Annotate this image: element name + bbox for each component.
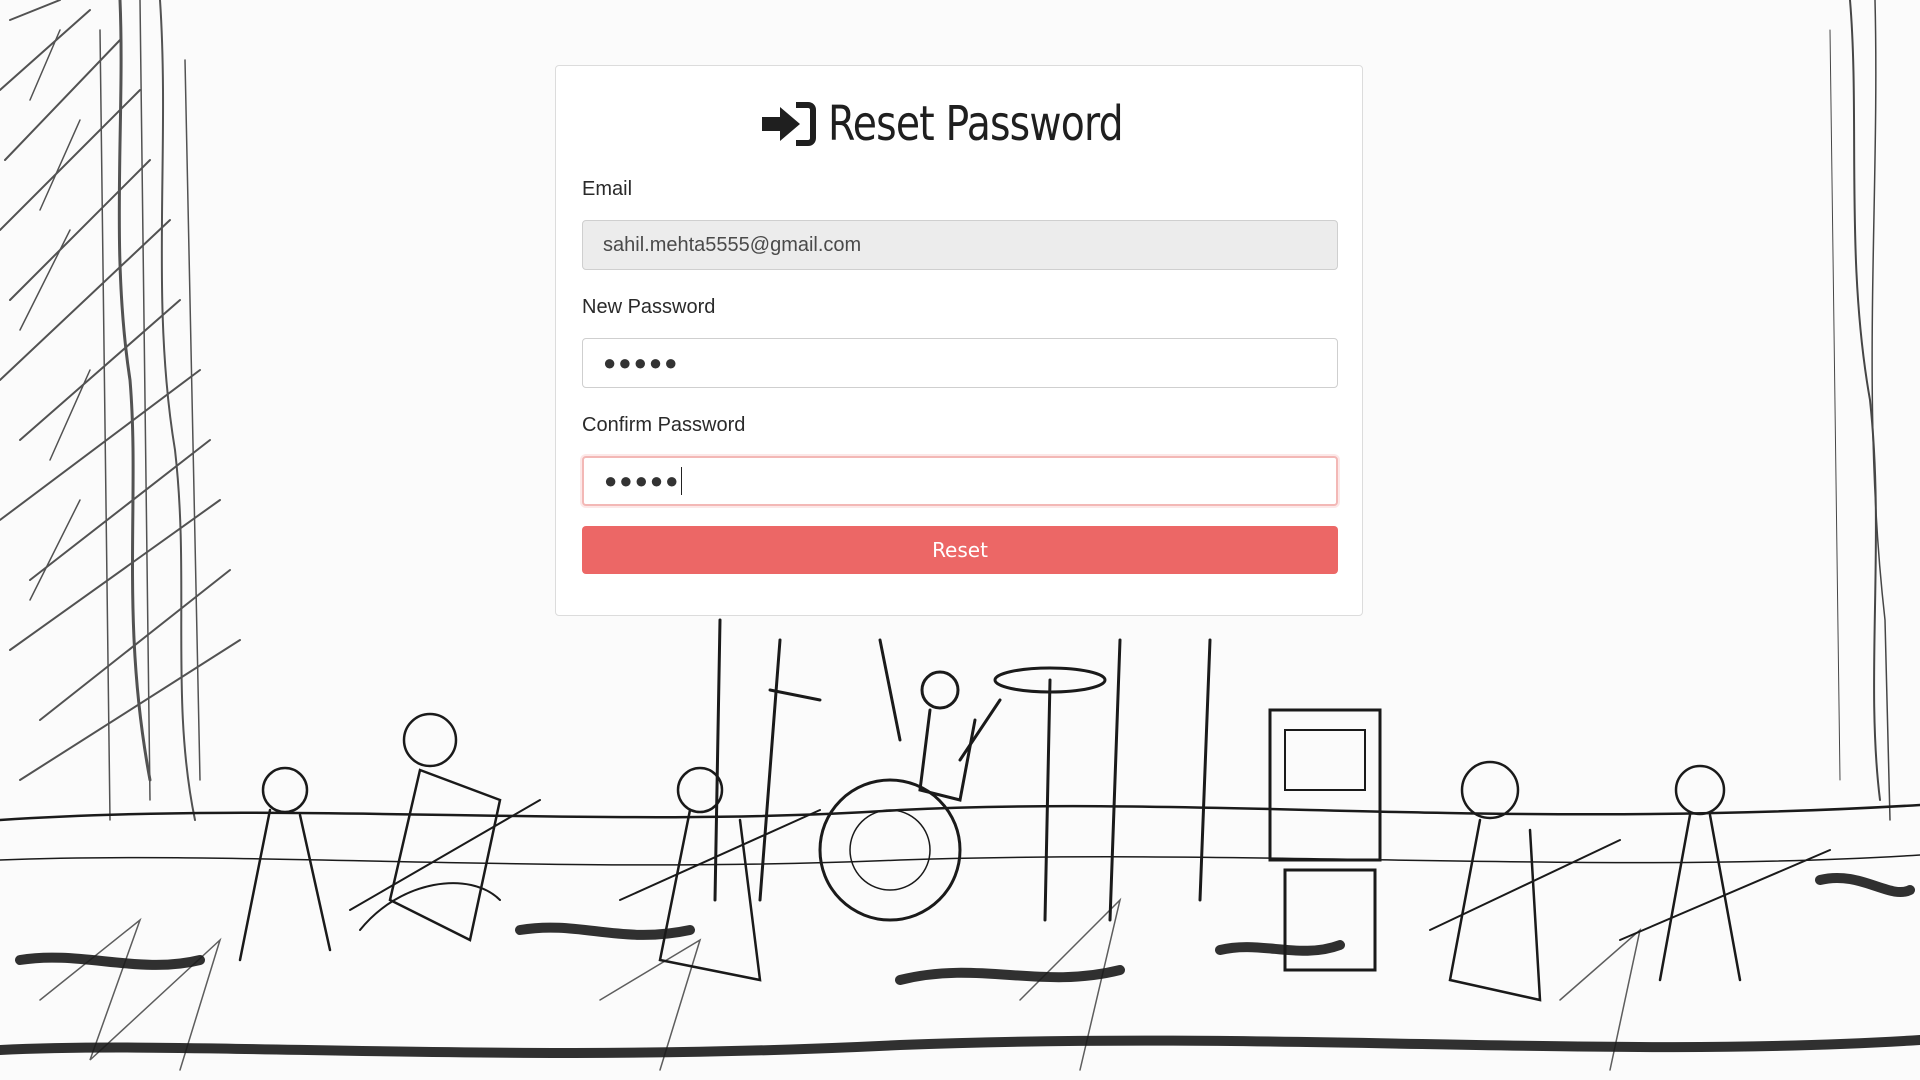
new-password-label: New Password	[582, 296, 716, 318]
confirm-password-field[interactable]: ●●●●●	[582, 456, 1338, 506]
page-background: Reset Password Email sahil.mehta5555@gma…	[0, 0, 1920, 1080]
confirm-password-masked-value: ●●●●●	[604, 468, 681, 493]
confirm-password-label: Confirm Password	[582, 414, 746, 436]
reset-password-card: Reset Password Email sahil.mehta5555@gma…	[555, 65, 1363, 616]
text-caret	[681, 467, 683, 495]
email-field[interactable]: sahil.mehta5555@gmail.com	[582, 220, 1338, 270]
page-title: Reset Password	[582, 92, 1336, 156]
email-label: Email	[582, 178, 633, 200]
new-password-field[interactable]: ●●●●●	[582, 338, 1338, 388]
email-value: sahil.mehta5555@gmail.com	[603, 233, 862, 256]
reset-button[interactable]: Reset	[582, 526, 1338, 574]
new-password-masked-value: ●●●●●	[603, 350, 680, 375]
page-title-text: Reset Password	[828, 96, 1124, 152]
sign-in-icon	[762, 102, 816, 146]
